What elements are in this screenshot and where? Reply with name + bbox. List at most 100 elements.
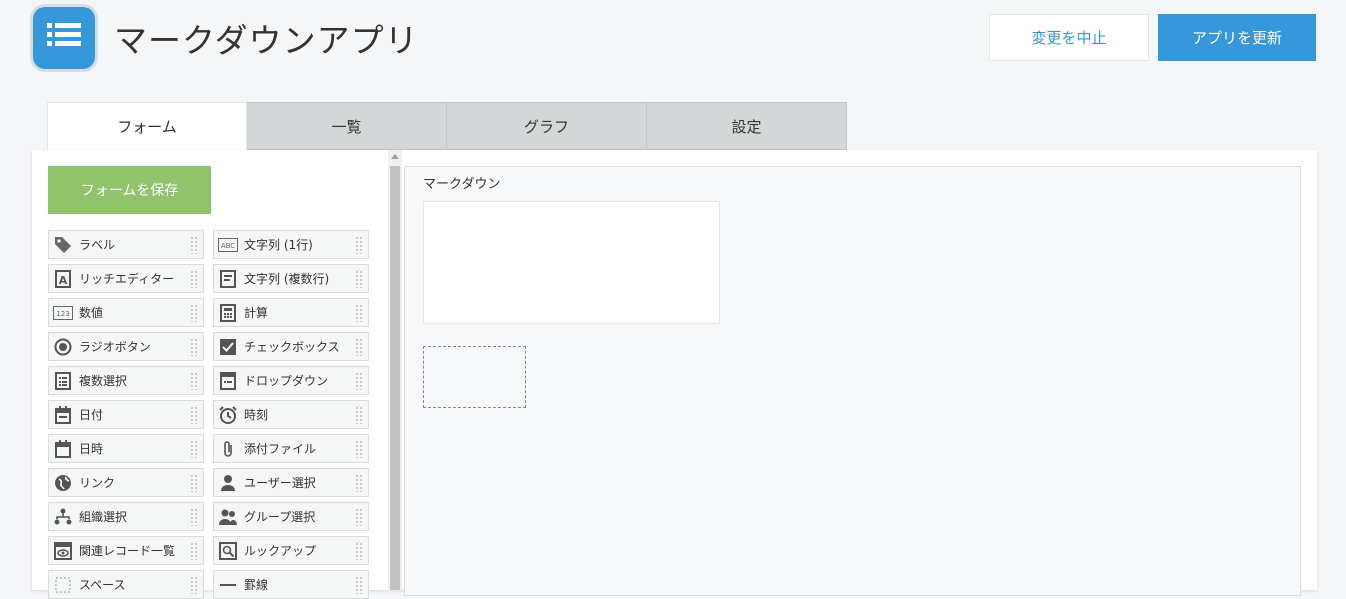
multi-select-icon bbox=[53, 371, 73, 391]
drag-handle-icon[interactable] bbox=[190, 440, 198, 458]
palette-field-label: リッチエディター bbox=[79, 272, 175, 286]
tab-graph[interactable]: グラフ bbox=[447, 102, 647, 150]
drag-handle-icon[interactable] bbox=[355, 440, 363, 458]
scroll-thumb[interactable] bbox=[390, 166, 400, 590]
rich-text-icon: A bbox=[53, 269, 73, 289]
palette-field-label: 関連レコード一覧 bbox=[79, 544, 176, 558]
palette-field-label: 日時 bbox=[79, 442, 104, 456]
drag-handle-icon[interactable] bbox=[190, 270, 198, 288]
save-form-button[interactable]: フォームを保存 bbox=[48, 166, 211, 214]
palette-field-item[interactable]: スペース bbox=[48, 570, 204, 599]
user-icon bbox=[218, 473, 238, 493]
svg-text:A: A bbox=[59, 274, 68, 287]
drag-handle-icon[interactable] bbox=[355, 576, 363, 594]
update-app-button[interactable]: アプリを更新 bbox=[1158, 14, 1316, 61]
tag-icon bbox=[53, 235, 73, 255]
list-icon bbox=[47, 23, 81, 46]
palette-field-label: スペース bbox=[79, 578, 126, 592]
tab-form[interactable]: フォーム bbox=[47, 102, 247, 151]
drag-handle-icon[interactable] bbox=[190, 576, 198, 594]
markdown-field-label: マークダウン bbox=[423, 177, 501, 192]
palette-field-label: 数値 bbox=[79, 306, 104, 320]
drag-handle-icon[interactable] bbox=[190, 474, 198, 492]
palette-field-item[interactable]: ドロップダウン bbox=[213, 366, 369, 395]
palette-field-item[interactable]: 時刻 bbox=[213, 400, 369, 429]
drag-handle-icon[interactable] bbox=[355, 304, 363, 322]
markdown-field-box[interactable] bbox=[423, 201, 720, 324]
palette-field-label: 文字列 (1行) bbox=[244, 238, 313, 252]
palette-field-item[interactable]: A リッチエディター bbox=[48, 264, 204, 293]
palette-field-item[interactable]: 日付 bbox=[48, 400, 204, 429]
drag-handle-icon[interactable] bbox=[355, 508, 363, 526]
multiline-icon bbox=[218, 269, 238, 289]
drag-handle-icon[interactable] bbox=[355, 236, 363, 254]
drag-handle-icon[interactable] bbox=[355, 542, 363, 560]
palette-field-label: 添付ファイル bbox=[244, 442, 317, 456]
palette-field-item[interactable]: 123 数値 bbox=[48, 298, 204, 327]
form-canvas: マークダウン bbox=[404, 166, 1301, 596]
drag-handle-icon[interactable] bbox=[190, 372, 198, 390]
cancel-changes-button[interactable]: 変更を中止 bbox=[989, 14, 1149, 61]
palette-field-label: 計算 bbox=[244, 306, 269, 320]
drag-handle-icon[interactable] bbox=[355, 406, 363, 424]
palette-field-item[interactable]: 複数選択 bbox=[48, 366, 204, 395]
dropdown-icon bbox=[218, 371, 238, 391]
palette-field-label: ラジオボタン bbox=[79, 340, 151, 354]
svg-text:ABC: ABC bbox=[221, 242, 235, 250]
palette-field-item[interactable]: ラベル bbox=[48, 230, 204, 259]
drag-handle-icon[interactable] bbox=[190, 236, 198, 254]
paperclip-icon bbox=[218, 439, 238, 459]
drag-handle-icon[interactable] bbox=[190, 406, 198, 424]
tab-list[interactable]: 一覧 bbox=[247, 102, 447, 150]
palette-field-item[interactable]: グループ選択 bbox=[213, 502, 369, 531]
palette-field-label: 日付 bbox=[79, 408, 104, 422]
drop-zone[interactable] bbox=[423, 346, 526, 408]
form-editor-panel: フォームを保存 ラベル ABC 文字列 (1行) A リッチエディター 文字列 (複数行)… bbox=[32, 150, 1317, 599]
palette-field-label: 罫線 bbox=[244, 578, 269, 592]
globe-icon bbox=[53, 473, 73, 493]
palette-field-item[interactable]: チェックボックス bbox=[213, 332, 369, 361]
palette-field-item[interactable]: 罫線 bbox=[213, 570, 369, 599]
palette-scrollbar[interactable] bbox=[388, 150, 402, 590]
palette-field-item[interactable]: 日時 bbox=[48, 434, 204, 463]
palette-field-label: ルックアップ bbox=[244, 544, 317, 558]
drag-handle-icon[interactable] bbox=[355, 372, 363, 390]
palette-field-item[interactable]: ルックアップ bbox=[213, 536, 369, 565]
radio-icon bbox=[53, 337, 73, 357]
app-icon bbox=[33, 7, 95, 69]
scroll-up-arrow-icon[interactable] bbox=[391, 154, 399, 159]
number-icon: 123 bbox=[53, 303, 73, 323]
drag-handle-icon[interactable] bbox=[190, 338, 198, 356]
palette-field-item[interactable]: 文字列 (複数行) bbox=[213, 264, 369, 293]
app-title: マークダウンアプリ bbox=[114, 21, 419, 60]
drag-handle-icon[interactable] bbox=[190, 542, 198, 560]
group-icon bbox=[218, 507, 238, 527]
palette-field-item[interactable]: 組織選択 bbox=[48, 502, 204, 531]
abc-icon: ABC bbox=[218, 235, 238, 255]
drag-handle-icon[interactable] bbox=[355, 270, 363, 288]
palette-field-item[interactable]: ユーザー選択 bbox=[213, 468, 369, 497]
drag-handle-icon[interactable] bbox=[355, 338, 363, 356]
drag-handle-icon[interactable] bbox=[190, 508, 198, 526]
svg-text:123: 123 bbox=[56, 310, 69, 318]
border-icon bbox=[218, 575, 238, 595]
palette-field-item[interactable]: ラジオボタン bbox=[48, 332, 204, 361]
palette-field-label: リンク bbox=[79, 476, 116, 490]
calendar-time-icon bbox=[53, 439, 73, 459]
palette-field-item[interactable]: 添付ファイル bbox=[213, 434, 369, 463]
palette-field-item[interactable]: 計算 bbox=[213, 298, 369, 327]
palette-field-label: ラベル bbox=[79, 238, 116, 252]
space-icon bbox=[53, 575, 73, 595]
alarm-clock-icon bbox=[218, 405, 238, 425]
palette-field-item[interactable]: ABC 文字列 (1行) bbox=[213, 230, 369, 259]
palette-field-label: 文字列 (複数行) bbox=[244, 272, 330, 286]
drag-handle-icon[interactable] bbox=[190, 304, 198, 322]
palette-field-item[interactable]: リンク bbox=[48, 468, 204, 497]
tab-bar: フォーム 一覧 グラフ 設定 bbox=[47, 102, 847, 151]
field-palette: フォームを保存 ラベル ABC 文字列 (1行) A リッチエディター 文字列 (複数行)… bbox=[32, 150, 388, 599]
palette-field-label: 時刻 bbox=[244, 408, 269, 422]
lookup-icon bbox=[218, 541, 238, 561]
palette-field-item[interactable]: 関連レコード一覧 bbox=[48, 536, 204, 565]
tab-settings[interactable]: 設定 bbox=[647, 102, 847, 150]
drag-handle-icon[interactable] bbox=[355, 474, 363, 492]
